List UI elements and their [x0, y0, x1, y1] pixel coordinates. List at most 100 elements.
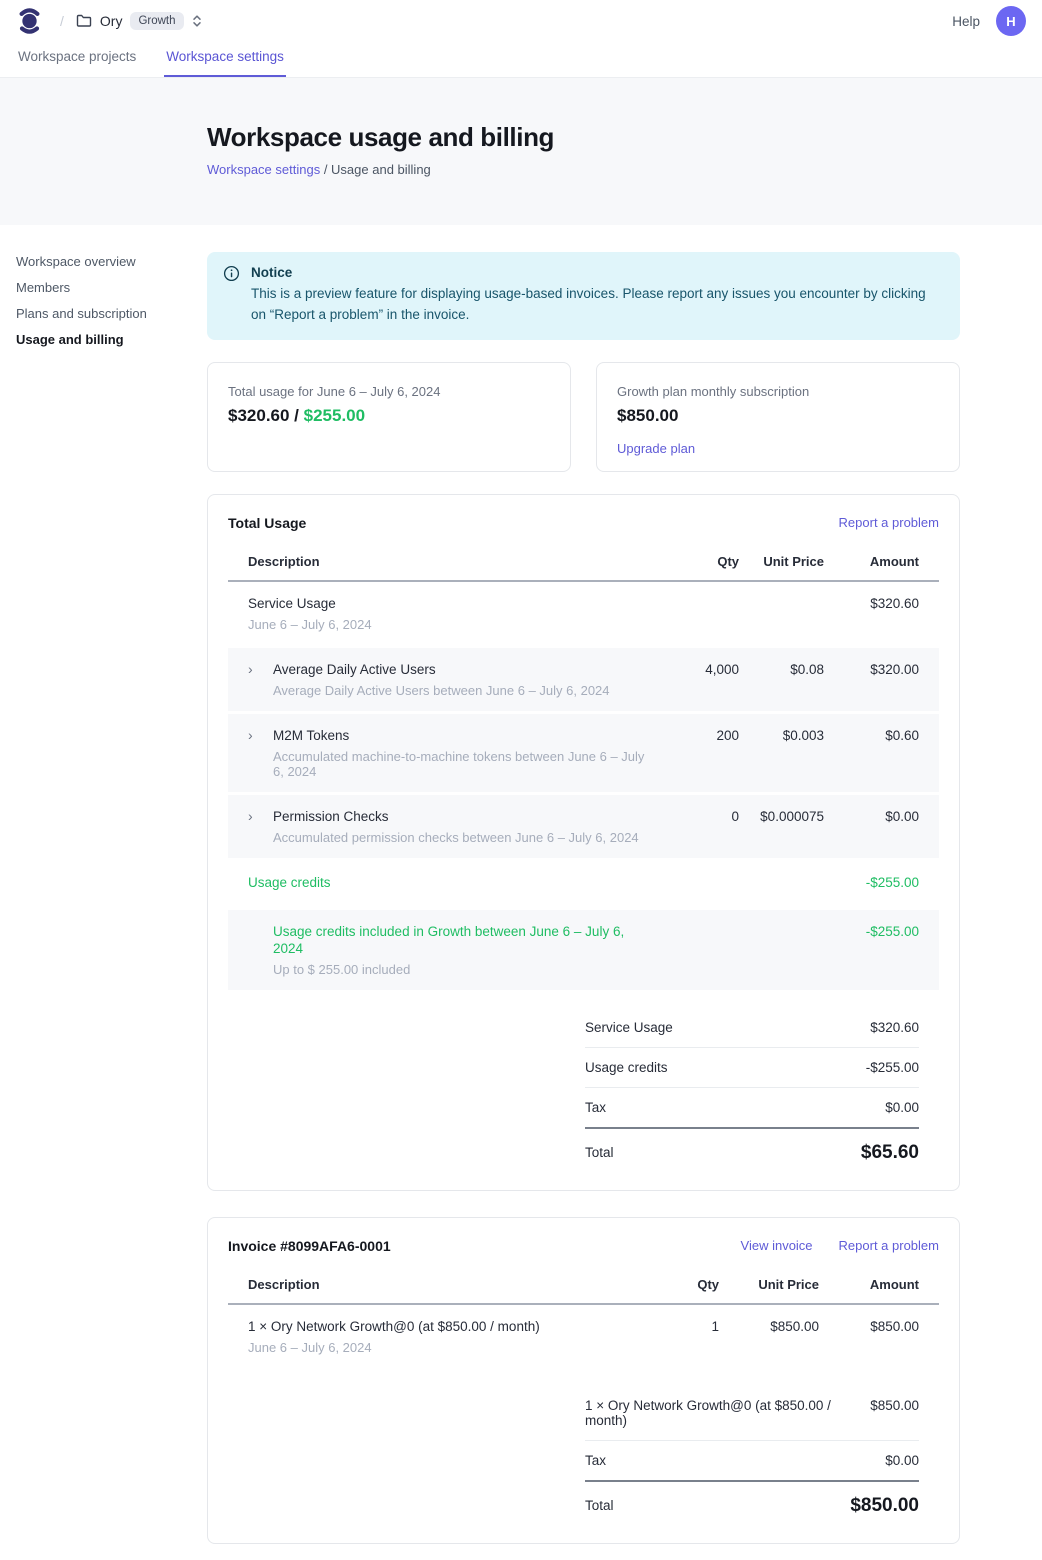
table-row-usage-credits: Usage credits -$255.00	[228, 858, 939, 907]
row-title: Permission Checks	[273, 808, 639, 825]
main-column: Notice This is a preview feature for dis…	[207, 252, 960, 1544]
summary-row: Service Usage $320.60	[585, 1008, 919, 1048]
row-title: Usage credits	[248, 874, 654, 891]
total-usage-label: Total usage for June 6 – July 6, 2024	[228, 384, 550, 399]
expand-chevron-icon[interactable]: ›	[248, 808, 273, 845]
report-problem-link[interactable]: Report a problem	[839, 1238, 939, 1253]
plan-subscription-label: Growth plan monthly subscription	[617, 384, 939, 399]
row-subtitle: June 6 – July 6, 2024	[248, 617, 654, 632]
col-amount: Amount	[824, 554, 919, 569]
row-subtitle: Average Daily Active Users between June …	[273, 683, 610, 698]
usage-summary: Service Usage $320.60 Usage credits -$25…	[585, 1008, 939, 1170]
page-header: Workspace usage and billing Workspace se…	[0, 78, 1042, 225]
row-title: M2M Tokens	[273, 727, 654, 744]
summary-row: Usage credits -$255.00	[585, 1048, 919, 1088]
total-value: $850.00	[850, 1495, 919, 1517]
summary-label: Tax	[585, 1100, 606, 1115]
row-unit-price: $0.08	[739, 661, 824, 678]
tab-workspace-projects[interactable]: Workspace projects	[16, 42, 138, 77]
row-amount: $320.00	[824, 661, 919, 678]
summary-row: Tax $0.00	[585, 1441, 919, 1482]
settings-sidenav: Workspace overview Members Plans and sub…	[16, 255, 191, 359]
total-row: Total $65.60	[585, 1129, 919, 1170]
switcher-chevrons-icon[interactable]	[192, 14, 202, 28]
total-usage-amount: $320.60 / $255.00	[228, 406, 550, 426]
summary-value: $850.00	[870, 1398, 919, 1428]
usage-amount: $320.60 /	[228, 406, 304, 425]
total-usage-panel: Total Usage Report a problem Description…	[207, 494, 960, 1191]
invoice-panel: Invoice #8099AFA6-0001 View invoice Repo…	[207, 1217, 960, 1544]
summary-value: $0.00	[885, 1453, 919, 1468]
table-row-m2m-tokens: › M2M Tokens Accumulated machine-to-mach…	[228, 711, 939, 792]
notice-title: Notice	[251, 265, 941, 280]
row-unit-price: $850.00	[719, 1318, 819, 1335]
report-problem-link[interactable]: Report a problem	[839, 515, 939, 530]
row-amount: $850.00	[819, 1318, 919, 1335]
row-title: Usage credits included in Growth between…	[273, 923, 654, 957]
plan-subscription-amount: $850.00	[617, 406, 939, 426]
ory-logo-icon[interactable]	[16, 5, 46, 37]
summary-label: 1 × Ory Network Growth@0 (at $850.00 / m…	[585, 1398, 870, 1428]
col-unit-price: Unit Price	[719, 1277, 819, 1292]
invoice-panel-header: Invoice #8099AFA6-0001 View invoice Repo…	[228, 1238, 939, 1254]
info-icon	[223, 265, 240, 326]
usage-credit-amount: $255.00	[304, 406, 365, 425]
row-amount: -$255.00	[824, 923, 919, 940]
summary-label: Usage credits	[585, 1060, 668, 1075]
total-label: Total	[585, 1145, 614, 1160]
view-invoice-link[interactable]: View invoice	[741, 1238, 813, 1253]
workspace-name: Ory	[100, 13, 123, 29]
total-usage-card: Total usage for June 6 – July 6, 2024 $3…	[207, 362, 571, 472]
plan-badge: Growth	[130, 12, 183, 30]
page-title: Workspace usage and billing	[207, 122, 1042, 153]
total-row: Total $850.00	[585, 1482, 919, 1523]
col-qty: Qty	[654, 554, 739, 569]
tab-workspace-settings[interactable]: Workspace settings	[164, 42, 286, 77]
expand-chevron-icon[interactable]: ›	[248, 661, 273, 698]
topbar-right: Help H	[952, 6, 1026, 36]
invoice-title: Invoice #8099AFA6-0001	[228, 1238, 391, 1254]
col-qty: Qty	[649, 1277, 719, 1292]
breadcrumb-workspace-settings-link[interactable]: Workspace settings	[207, 162, 320, 177]
user-avatar[interactable]: H	[996, 6, 1026, 36]
upgrade-plan-link[interactable]: Upgrade plan	[617, 441, 695, 456]
table-row-permission-checks: › Permission Checks Accumulated permissi…	[228, 792, 939, 858]
col-unit-price: Unit Price	[739, 554, 824, 569]
content-area: Workspace overview Members Plans and sub…	[0, 225, 1042, 1560]
row-subtitle: Accumulated permission checks between Ju…	[273, 830, 639, 845]
summary-cards-row: Total usage for June 6 – July 6, 2024 $3…	[207, 362, 960, 472]
sidebar-item-workspace-overview[interactable]: Workspace overview	[16, 255, 191, 269]
row-subtitle: Up to $ 255.00 included	[273, 962, 654, 977]
summary-row: Tax $0.00	[585, 1088, 919, 1129]
breadcrumb-current: / Usage and billing	[320, 162, 431, 177]
row-unit-price: $0.003	[739, 727, 824, 744]
table-row-service-usage: Service Usage June 6 – July 6, 2024 $320…	[228, 582, 939, 645]
expand-chevron-icon[interactable]: ›	[248, 727, 273, 779]
col-amount: Amount	[819, 1277, 919, 1292]
row-title: Average Daily Active Users	[273, 661, 610, 678]
help-link[interactable]: Help	[952, 14, 980, 29]
sidebar-item-members[interactable]: Members	[16, 281, 191, 295]
topbar: / Ory Growth Help H	[0, 0, 1042, 42]
row-amount: $0.60	[824, 727, 919, 744]
row-title: 1 × Ory Network Growth@0 (at $850.00 / m…	[248, 1318, 649, 1335]
row-qty: 200	[654, 727, 739, 744]
summary-label: Tax	[585, 1453, 606, 1468]
table-row-invoice-line: 1 × Ory Network Growth@0 (at $850.00 / m…	[228, 1305, 939, 1368]
row-title: Service Usage	[248, 595, 654, 612]
folder-icon	[76, 14, 92, 28]
preview-notice: Notice This is a preview feature for dis…	[207, 252, 960, 340]
total-value: $65.60	[861, 1142, 919, 1164]
notice-body: This is a preview feature for displaying…	[251, 284, 941, 326]
total-label: Total	[585, 1498, 614, 1513]
workspace-switcher[interactable]: Ory Growth	[76, 12, 202, 30]
sidebar-item-plans-and-subscription[interactable]: Plans and subscription	[16, 307, 191, 321]
row-subtitle: Accumulated machine-to-machine tokens be…	[273, 749, 654, 779]
row-amount: -$255.00	[824, 874, 919, 891]
sidebar-item-usage-and-billing[interactable]: Usage and billing	[16, 333, 191, 347]
row-qty: 1	[649, 1318, 719, 1335]
summary-value: $320.60	[870, 1020, 919, 1035]
row-qty: 0	[654, 808, 739, 825]
row-amount: $320.60	[824, 595, 919, 612]
usage-panel-header: Total Usage Report a problem	[228, 515, 939, 531]
